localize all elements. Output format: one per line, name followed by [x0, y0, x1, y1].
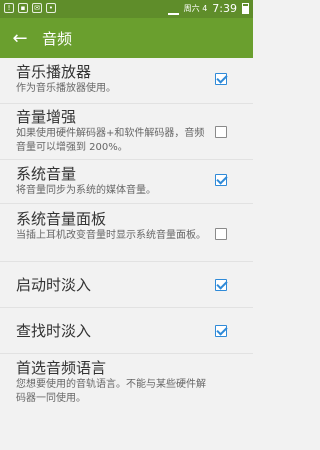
- settings-list: 音乐播放器 作为音乐播放器使用。 音量增强 如果使用硬件解码器+和软件解码器，音…: [0, 58, 253, 408]
- setting-fade-in-seek[interactable]: 查找时淡入: [0, 308, 253, 354]
- setting-title: 查找时淡入: [16, 322, 92, 340]
- page-title: 音频: [42, 29, 73, 48]
- fade-in-startup-checkbox[interactable]: [215, 279, 227, 291]
- status-bar: ! ▪ ✉ • 周六 4 7:39: [0, 0, 253, 18]
- setting-fade-in-startup[interactable]: 启动时淡入: [0, 262, 253, 308]
- volume-boost-checkbox[interactable]: [215, 126, 227, 138]
- setting-preferred-audio-language[interactable]: 首选音频语言 您想要使用的音轨语言。不能与某些硬件解码器一同使用。: [0, 354, 253, 408]
- setting-title: 音量增强: [16, 108, 77, 126]
- setting-summary: 您想要使用的音轨语言。不能与某些硬件解码器一同使用。: [16, 379, 206, 404]
- setting-volume-boost[interactable]: 音量增强 如果使用硬件解码器+和软件解码器，音频音量可以增强到 200%。: [0, 104, 253, 160]
- message-icon: ✉: [32, 3, 42, 13]
- setting-summary: 如果使用硬件解码器+和软件解码器，音频音量可以增强到 200%。: [16, 128, 205, 153]
- status-right: 周六 4 7:39: [167, 2, 249, 15]
- system-volume-panel-checkbox[interactable]: [215, 228, 227, 240]
- setting-summary: 将音量同步为系统的媒体音量。: [16, 185, 156, 196]
- wifi-icon: [167, 3, 179, 15]
- setting-system-volume[interactable]: 系统音量 将音量同步为系统的媒体音量。: [0, 160, 253, 204]
- app-bar: ← 音频: [0, 18, 253, 58]
- setting-system-volume-panel[interactable]: 系统音量面板 当插上耳机改变音量时显示系统音量面板。: [0, 204, 253, 262]
- app-icon: •: [46, 3, 56, 13]
- notification-icon: !: [4, 3, 14, 13]
- system-volume-checkbox[interactable]: [215, 174, 227, 186]
- status-time: 7:39: [212, 2, 237, 15]
- setting-title: 系统音量面板: [16, 210, 107, 228]
- fade-in-seek-checkbox[interactable]: [215, 325, 227, 337]
- setting-summary: 作为音乐播放器使用。: [16, 83, 116, 94]
- setting-title: 音乐播放器: [16, 63, 92, 81]
- status-left-icons: ! ▪ ✉ •: [4, 3, 56, 13]
- setting-title: 系统音量: [16, 165, 77, 183]
- image-icon: ▪: [18, 3, 28, 13]
- setting-music-player[interactable]: 音乐播放器 作为音乐播放器使用。: [0, 58, 253, 104]
- setting-title: 启动时淡入: [16, 276, 92, 294]
- setting-title: 首选音频语言: [16, 359, 107, 377]
- status-day: 周六 4: [183, 4, 208, 13]
- setting-summary: 当插上耳机改变音量时显示系统音量面板。: [16, 230, 206, 241]
- battery-icon: [242, 3, 249, 14]
- arrow-left-icon[interactable]: ←: [0, 18, 40, 58]
- music-player-checkbox[interactable]: [215, 73, 227, 85]
